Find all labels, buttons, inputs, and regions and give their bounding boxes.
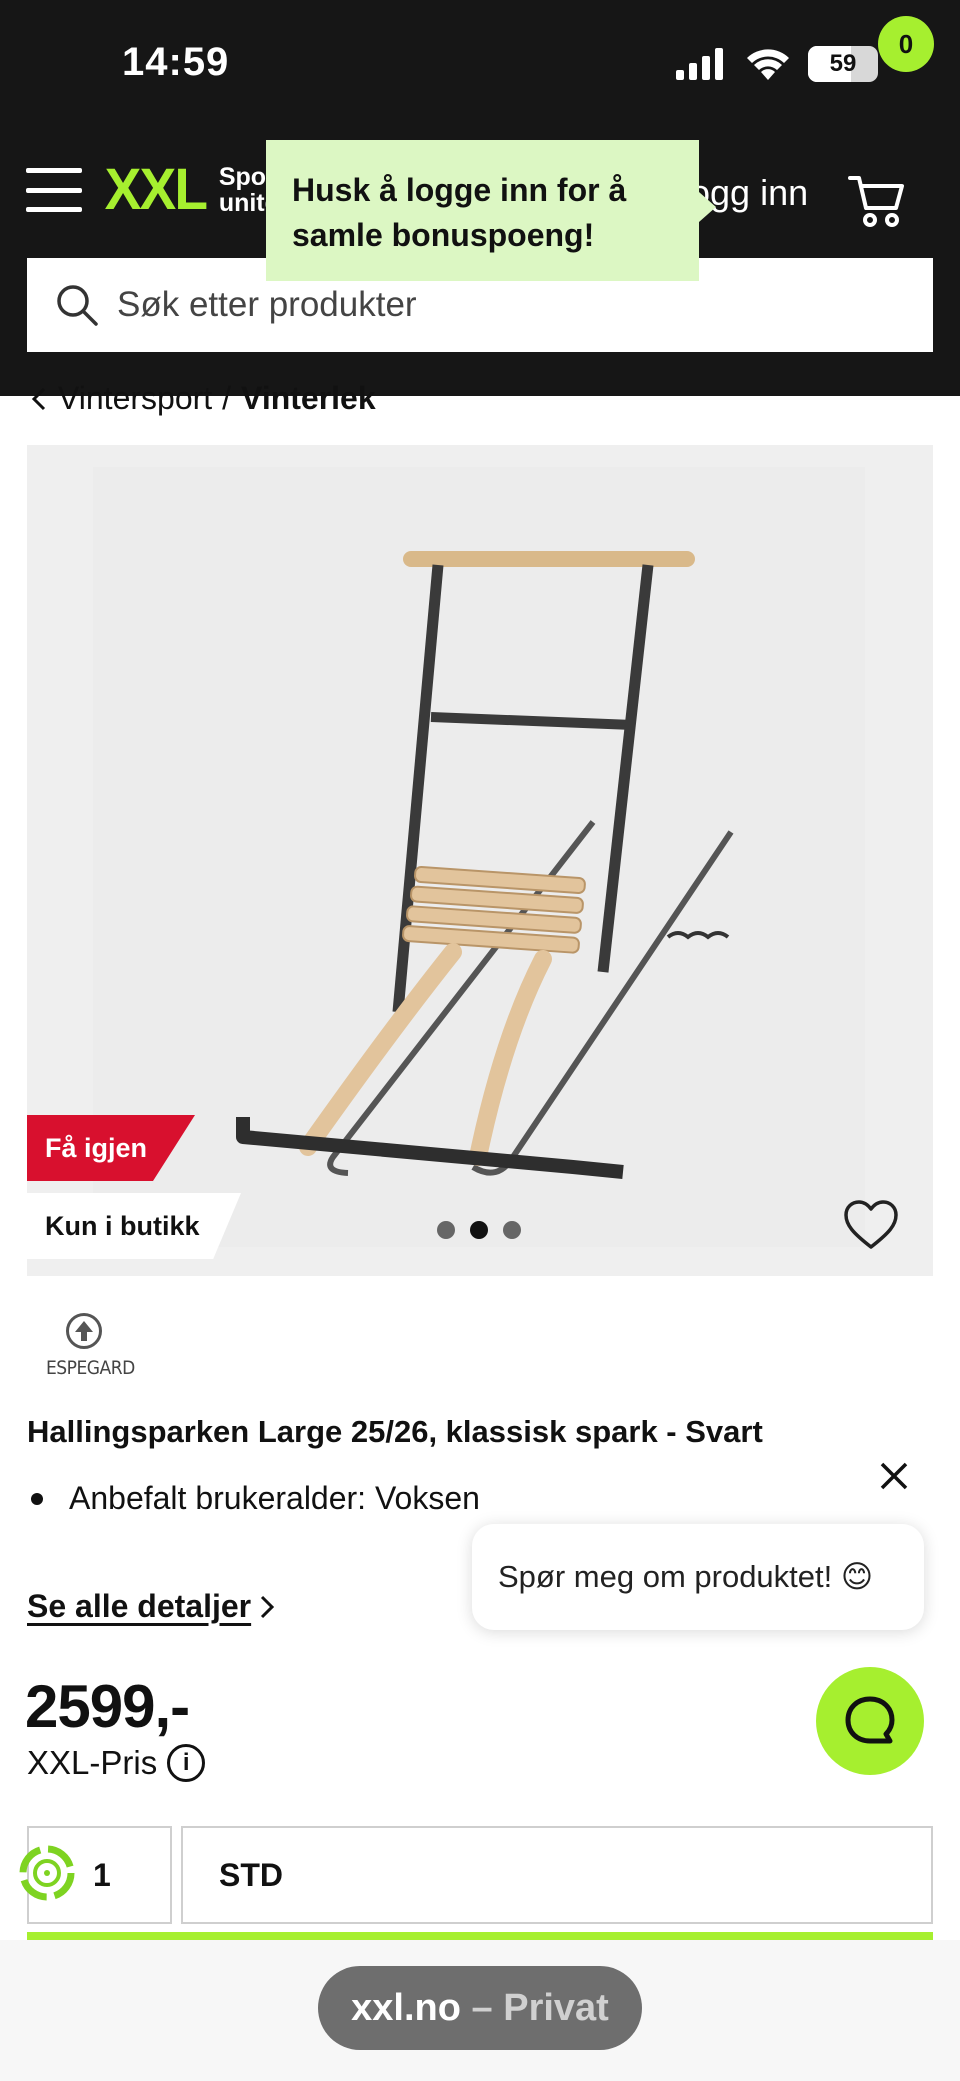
brand-logo[interactable]: ESPEGARD — [46, 1313, 135, 1379]
see-all-details-link[interactable]: Se alle detaljer — [27, 1588, 275, 1625]
wifi-icon — [747, 49, 789, 80]
carousel-dot[interactable] — [437, 1221, 455, 1239]
heart-icon[interactable] — [843, 1199, 899, 1251]
tooltip-line-2: samle bonuspoeng! — [292, 217, 595, 253]
search-input[interactable] — [117, 285, 877, 325]
details-link-label: Se alle detaljer — [27, 1588, 252, 1624]
product-feature-text: Anbefalt brukeralder: Voksen — [69, 1480, 480, 1516]
menu-icon[interactable] — [26, 168, 82, 212]
product-price: 2599,- — [25, 1673, 190, 1740]
browser-mode: Privat — [503, 1986, 609, 2029]
quantity-value: 1 — [93, 1856, 111, 1893]
battery-level: 59 — [829, 50, 857, 77]
tree-icon — [66, 1313, 102, 1349]
login-reminder-tooltip[interactable]: Husk å logge inn for å samle bonuspoeng! — [266, 140, 716, 281]
close-icon[interactable] — [878, 1460, 910, 1492]
status-icons: 59 — [676, 46, 878, 82]
browser-dash: – — [471, 1986, 493, 2029]
status-time: 14:59 — [122, 40, 230, 84]
chat-button[interactable] — [816, 1667, 924, 1775]
logo-text: XXL — [104, 157, 208, 222]
size-selector[interactable]: STD — [181, 1826, 933, 1924]
kick-sled-illustration — [236, 551, 734, 1179]
product-feature: Anbefalt brukeralder: Voksen — [27, 1480, 480, 1517]
battery-indicator: 59 — [808, 46, 878, 82]
chat-prompt-bubble[interactable]: Spør meg om produktet! 😊 — [472, 1524, 924, 1630]
size-value: STD — [219, 1856, 283, 1893]
breadcrumb-parent[interactable]: Vintersport — [58, 380, 212, 417]
status-bar: 14:59 59 — [0, 0, 960, 130]
chat-icon — [845, 1696, 895, 1744]
info-icon[interactable]: i — [167, 1744, 206, 1782]
browser-domain: xxl.no — [351, 1986, 461, 2029]
chevron-left-icon[interactable] — [30, 386, 48, 412]
carousel-dot[interactable] — [503, 1221, 521, 1239]
recycle-icon — [19, 1845, 75, 1901]
product-image-carousel[interactable]: Få igjen Kun i butikk — [27, 445, 933, 1276]
cart-count-badge: 0 — [878, 16, 934, 72]
carousel-dots[interactable] — [437, 1221, 521, 1239]
product-image — [93, 467, 865, 1247]
breadcrumb-separator: / — [222, 380, 232, 416]
tooltip-line-1: Husk å logge inn for å — [292, 172, 627, 208]
chevron-right-icon — [261, 1595, 275, 1618]
carousel-dot-active[interactable] — [470, 1221, 488, 1239]
price-type: XXL-Pris — [27, 1744, 158, 1781]
brand-name: ESPEGARD — [46, 1357, 135, 1379]
signal-icon — [676, 48, 723, 80]
breadcrumb: Vintersport / Vinterlek — [30, 380, 376, 417]
search-icon — [57, 285, 98, 326]
breadcrumb-current[interactable]: Vinterlek — [241, 380, 376, 417]
price-label: XXL-Pris i — [27, 1744, 206, 1782]
xxl-logo[interactable]: XXL Spor unite — [102, 156, 279, 223]
store-only-badge: Kun i butikk — [27, 1193, 241, 1259]
product-title: Hallingsparken Large 25/26, klassisk spa… — [27, 1414, 763, 1449]
bullet-dot — [31, 1492, 43, 1505]
browser-address-pill[interactable]: xxl.no – Privat — [318, 1966, 642, 2050]
cart-icon[interactable] — [848, 172, 908, 228]
